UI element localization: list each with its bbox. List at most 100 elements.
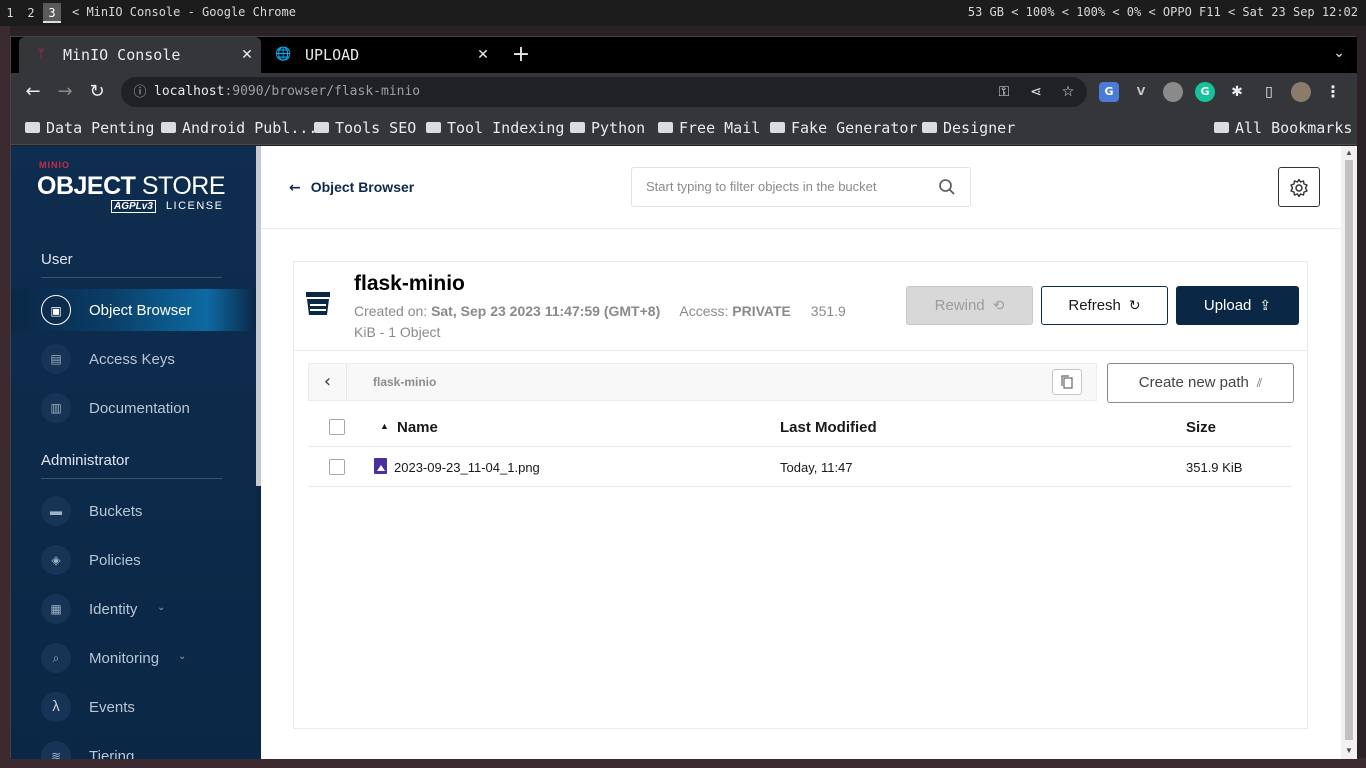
back-arrow-icon[interactable]: ← [21,80,45,104]
bookmark-folder[interactable]: Tool Indexing [426,119,564,137]
column-last-modified[interactable]: Last Modified [780,419,877,436]
browser-window: ᛘ MinIO Console ✕ 🌐 UPLOAD ✕ + ⌄ ← → ↻ ⓘ… [10,36,1357,759]
sidebar-item-label: Events [89,699,135,716]
sort-ascending-icon[interactable]: ▲ [380,421,389,431]
image-file-icon [374,458,387,474]
window-title: < MinIO Console - Google Chrome [72,5,296,19]
sidebar-item-events[interactable]: λ Events [11,686,256,728]
upload-button[interactable]: Upload ⇪ [1176,286,1299,325]
minio-favicon-icon: ᛘ [37,47,45,62]
close-tab-icon[interactable]: ✕ [473,37,493,73]
url-text[interactable]: localhost:9090/browser/flask-minio [154,84,420,99]
scroll-up-icon[interactable]: ▲ [1344,148,1354,157]
url-path: :9090/browser/flask-minio [224,84,421,99]
page-scrollbar[interactable]: ▲ ▼ [1341,146,1357,759]
workspace-1[interactable]: 1 [1,3,19,23]
url-host: localhost [154,84,225,99]
object-store-logo[interactable]: OBJECT STORE [37,172,226,201]
row-checkbox[interactable] [329,459,345,475]
close-tab-icon[interactable]: ✕ [237,37,257,73]
sidebar: MINIO OBJECT STORE AGPLv3 LICENSE User ▣ … [11,146,261,759]
all-bookmarks[interactable]: All Bookmarks [1214,119,1352,137]
select-all-checkbox[interactable] [329,419,345,435]
menu-kebab-icon[interactable]: ⋮ [1323,82,1343,102]
table-row[interactable]: 2023-09-23_11-04_1.png Today, 11:47 351.… [308,447,1292,487]
bucket-panel: flask-minio Created on: Sat, Sep 23 2023… [293,261,1308,729]
license-text: LICENSE [165,200,224,212]
profile-avatar[interactable] [1291,82,1311,102]
translate-extension-icon[interactable]: G [1099,82,1119,102]
bookmark-label: Python [591,119,646,137]
upload-icon: ⇪ [1259,298,1272,314]
new-tab-button[interactable]: + [507,41,535,69]
gear-icon [1290,178,1308,198]
upload-label: Upload [1203,297,1252,314]
bookmark-folder[interactable]: Android Publ... [161,119,317,137]
side-panel-icon[interactable]: ▯ [1259,82,1279,102]
back-to-object-browser-link[interactable]: ← Object Browser [289,179,414,196]
bucket-header: flask-minio Created on: Sat, Sep 23 2023… [294,262,1307,351]
sidebar-item-access-keys[interactable]: ▤ Access Keys [11,338,256,380]
tab-minio-console[interactable]: ᛘ MinIO Console ✕ [19,37,261,73]
lambda-icon: λ [41,692,71,722]
bookmark-folder[interactable]: Designer [922,119,1015,137]
sidebar-item-object-browser[interactable]: ▣ Object Browser [11,289,256,331]
star-icon[interactable]: ☆ [1059,83,1077,101]
bookmark-folder[interactable]: Fake Generator [770,119,917,137]
column-size[interactable]: Size [1186,419,1216,436]
sidebar-item-tiering[interactable]: ≋ Tiering [11,735,256,759]
extension-icon[interactable] [1163,82,1183,102]
refresh-button[interactable]: Refresh ↻ [1041,286,1168,325]
agpl-badge: AGPLv3 [111,200,156,213]
sidebar-item-documentation[interactable]: ▥ Documentation [11,387,256,429]
settings-button[interactable] [1278,167,1320,207]
bookmark-folder[interactable]: Tools SEO [314,119,416,137]
access-label: Access: [679,303,729,319]
tab-upload[interactable]: 🌐 UPLOAD ✕ [261,37,497,73]
bookmark-folder[interactable]: Python [570,119,645,137]
scrollbar-thumb[interactable] [1345,160,1353,740]
puzzle-extensions-icon[interactable]: ✱ [1227,82,1247,102]
sidebar-item-buckets[interactable]: ▬ Buckets [11,490,256,532]
folder-icon [426,122,441,133]
rewind-button[interactable]: Rewind ⟲ [906,286,1033,325]
sidebar-item-monitoring[interactable]: ⌕ Monitoring ⌄ [11,637,256,679]
sidebar-item-policies[interactable]: ◈ Policies [11,539,256,581]
create-path-label: Create new path [1138,374,1249,391]
site-info-icon[interactable]: ⓘ [131,83,149,101]
workspace-2[interactable]: 2 [22,3,40,23]
key-icon[interactable]: ⚿ [995,83,1013,101]
tab-search-chevron-icon[interactable]: ⌄ [1333,45,1345,61]
create-new-path-button[interactable]: Create new path ⫽ [1107,363,1294,403]
bookmark-label: Tool Indexing [447,119,565,137]
folder-icon [161,122,176,133]
created-value: Sat, Sep 23 2023 11:47:59 (GMT+8) [431,303,661,319]
history-icon: ⟲ [992,298,1005,314]
sidebar-item-identity[interactable]: ▦ Identity ⌄ [11,588,256,630]
document-icon: ▥ [41,393,71,423]
breadcrumb[interactable]: flask-minio [373,375,436,389]
address-bar[interactable]: ⓘ localhost:9090/browser/flask-minio ⚿ ⋖… [121,77,1087,107]
filter-search-box[interactable] [631,167,971,207]
reload-icon[interactable]: ↻ [85,80,109,104]
grammarly-icon[interactable]: G [1195,82,1215,102]
folder-icon [770,122,785,133]
copy-path-button[interactable] [1052,369,1082,395]
column-name[interactable]: Name [397,419,438,436]
file-name[interactable]: 2023-09-23_11-04_1.png [394,460,540,475]
browser-toolbar: ← → ↻ ⓘ localhost:9090/browser/flask-min… [11,73,1357,111]
forward-arrow-icon[interactable]: → [53,80,77,104]
bookmark-folder[interactable]: Data Penting [25,119,154,137]
path-back-button[interactable]: ‹ [309,364,347,400]
search-input[interactable] [646,179,926,194]
share-icon[interactable]: ⋖ [1027,83,1045,101]
bookmark-label: Designer [943,119,1016,137]
bucket-size-detail: KiB - 1 Object [354,324,441,340]
scroll-down-icon[interactable]: ▼ [1344,746,1354,755]
vue-extension-icon[interactable]: V [1131,82,1151,102]
bookmark-folder[interactable]: Free Mail [658,119,760,137]
bookmark-label: Data Penting [46,119,155,137]
search-icon[interactable] [938,178,956,196]
workspace-3[interactable]: 3 [43,3,61,23]
folder-icon [570,122,585,133]
